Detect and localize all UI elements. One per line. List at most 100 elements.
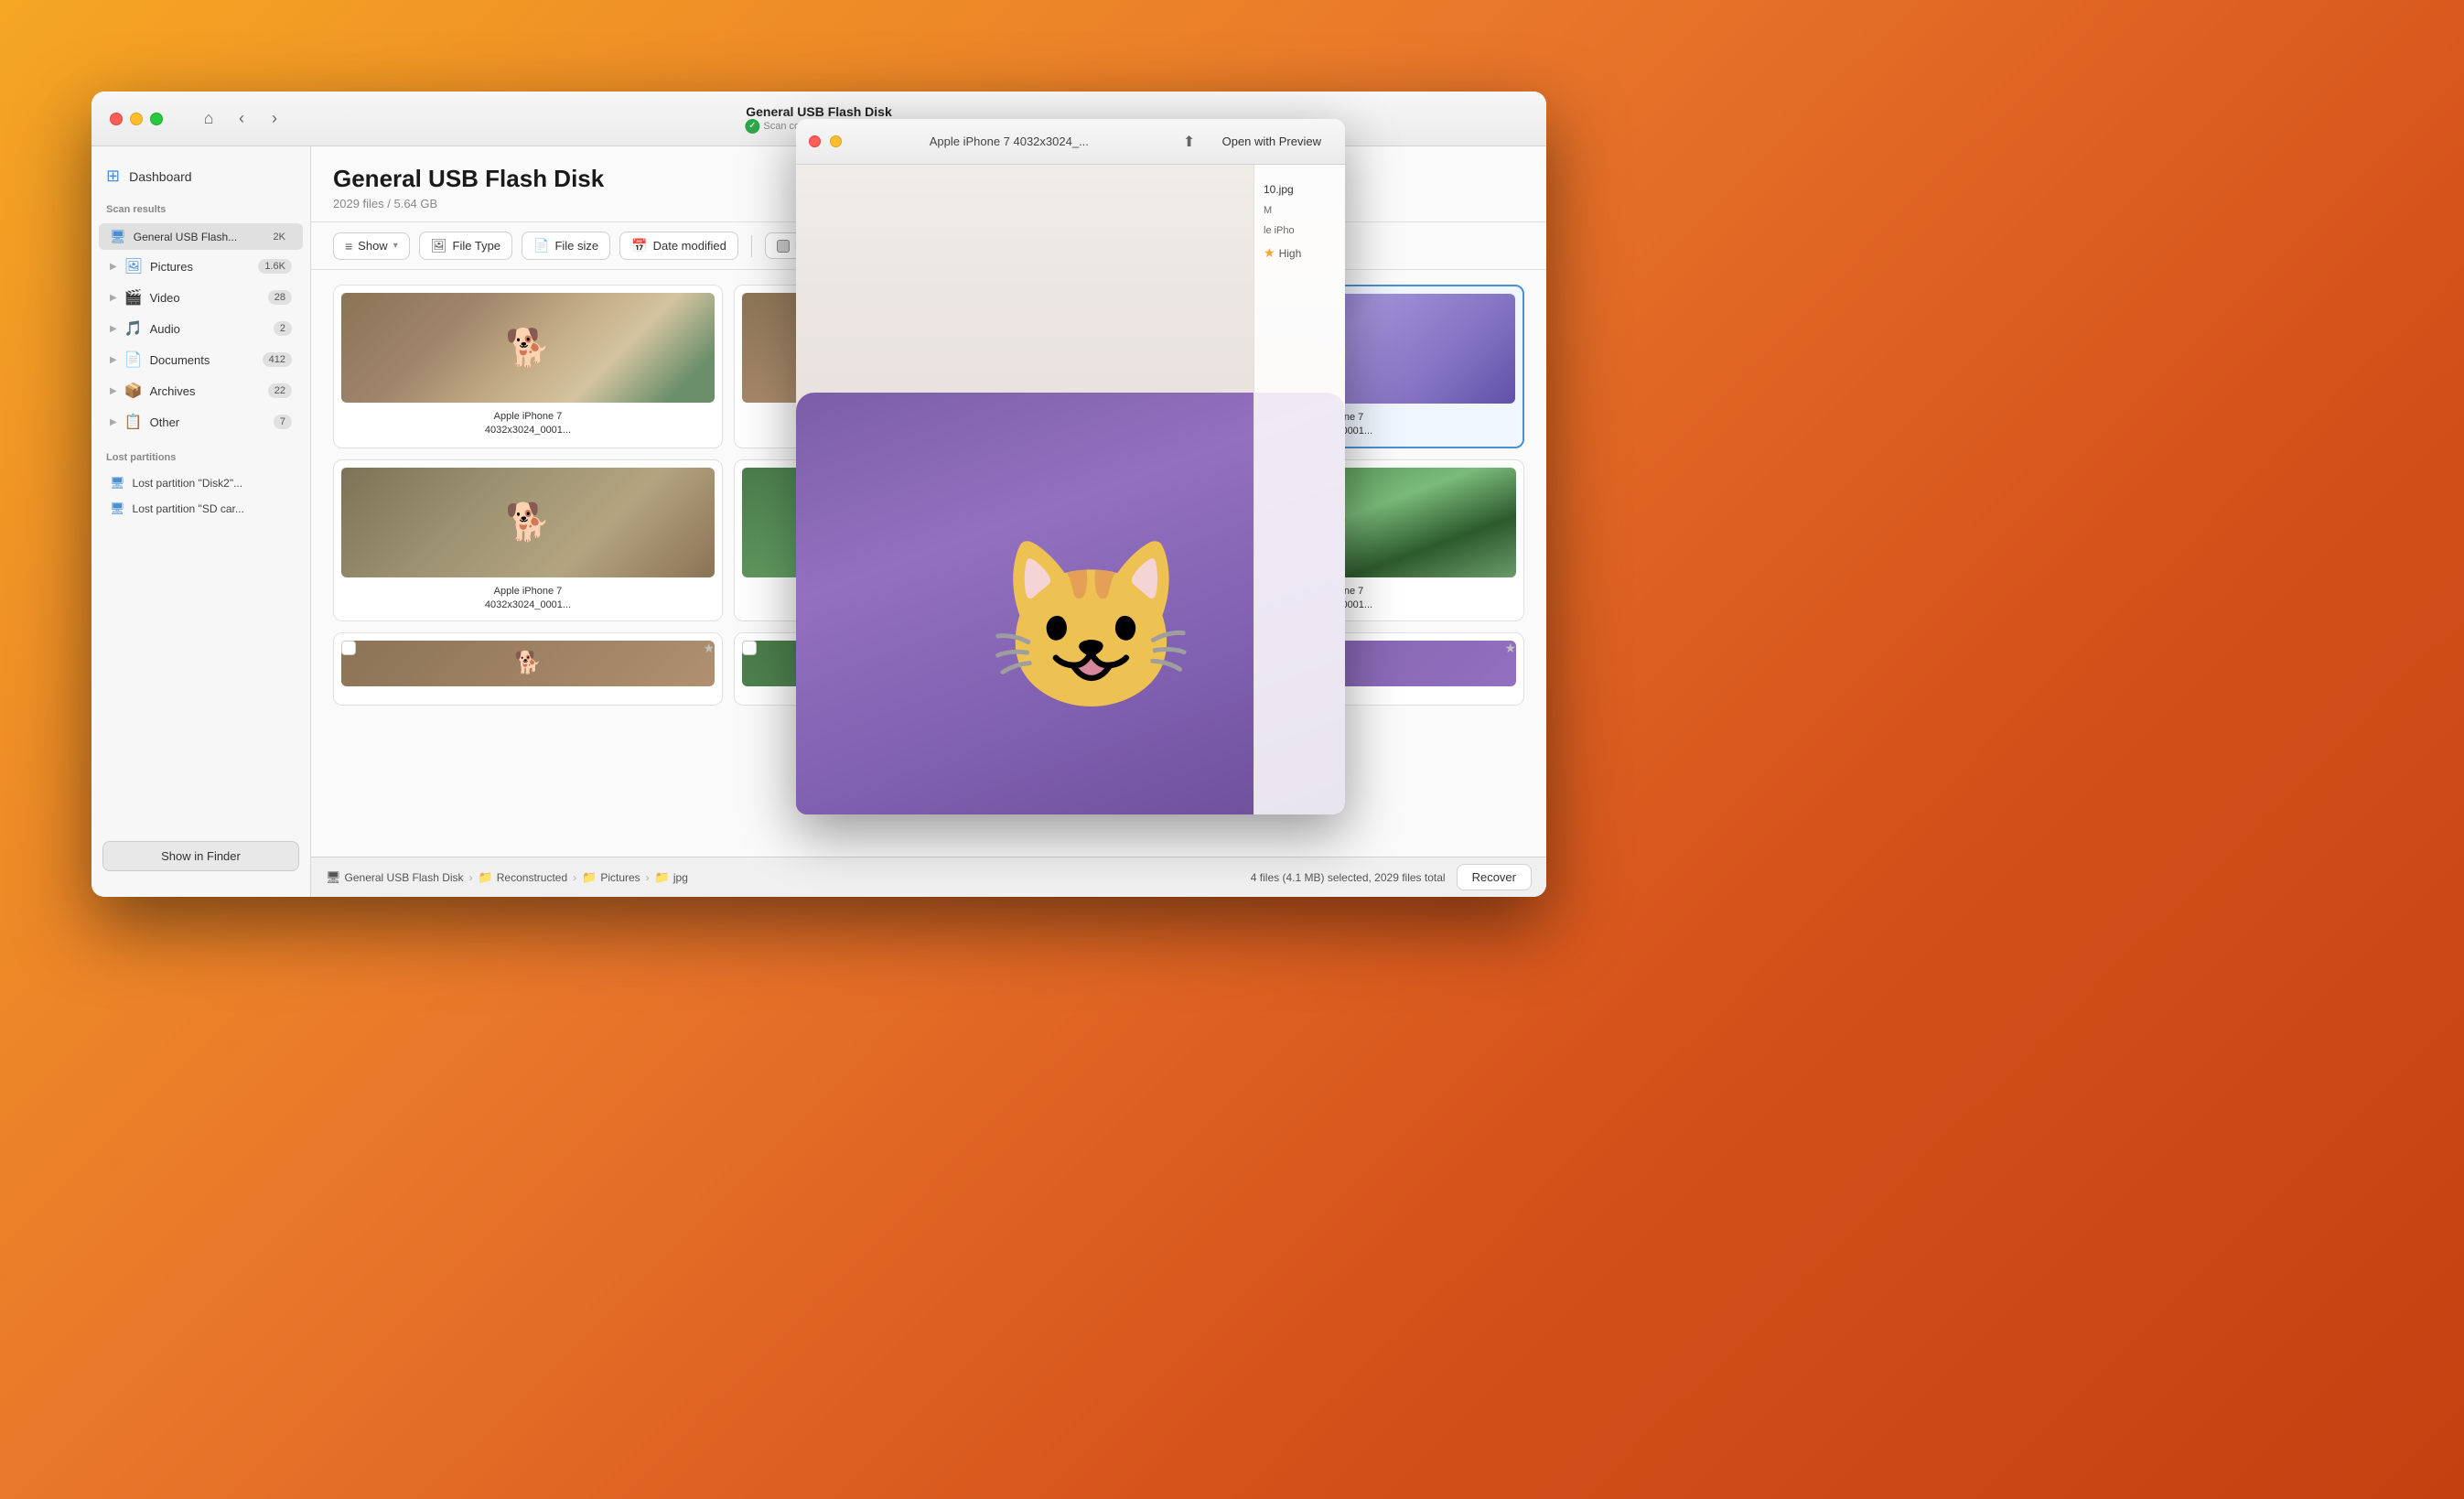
lost-disk2-icon: 🖥 bbox=[110, 476, 125, 491]
sidebar-bottom: Show in Finder bbox=[91, 830, 310, 882]
file-item-7[interactable]: ★ 🐕 bbox=[333, 632, 723, 706]
cat-figure: 😺 bbox=[988, 530, 1193, 723]
minimize-button[interactable] bbox=[130, 113, 143, 125]
open-with-preview-button[interactable]: Open with Preview bbox=[1211, 130, 1332, 153]
breadcrumb-label-2: Reconstructed bbox=[497, 871, 567, 884]
close-button[interactable] bbox=[110, 113, 123, 125]
file-star-7[interactable]: ★ bbox=[703, 641, 715, 656]
lost-disk2-label: Lost partition "Disk2"... bbox=[133, 477, 243, 490]
preview-close-button[interactable] bbox=[809, 135, 821, 147]
preview-titlebar: Apple iPhone 7 4032x3024_... ⬆ Open with… bbox=[796, 119, 1345, 165]
expand-icon-other: ▶ bbox=[110, 417, 117, 427]
audio-label: Audio bbox=[150, 322, 266, 336]
usb-badge: 2K bbox=[267, 230, 292, 244]
breadcrumb-drive-icon: 🖥 bbox=[326, 870, 341, 885]
pictures-icon: 🖼 bbox=[124, 257, 143, 275]
dashboard-label: Dashboard bbox=[129, 169, 192, 184]
sidebar-item-pictures[interactable]: ▶ 🖼 Pictures 1.6K bbox=[99, 252, 303, 281]
expand-icon-audio: ▶ bbox=[110, 324, 117, 334]
scan-results-label: Scan results bbox=[91, 204, 310, 222]
breadcrumb-label-1: General USB Flash Disk bbox=[345, 871, 464, 884]
video-label: Video bbox=[150, 291, 261, 305]
breadcrumb-sep-2: › bbox=[573, 871, 576, 884]
expand-icon-video: ▶ bbox=[110, 293, 117, 303]
archives-badge: 22 bbox=[268, 383, 292, 398]
show-button[interactable]: ≡ Show ▾ bbox=[333, 232, 410, 260]
toolbar-separator bbox=[751, 235, 752, 257]
preview-filename: 10.jpg bbox=[1264, 183, 1336, 196]
forward-button[interactable]: › bbox=[262, 106, 287, 132]
file-star-9[interactable]: ★ bbox=[1504, 641, 1516, 656]
docs-badge: 412 bbox=[263, 352, 292, 367]
dashboard-icon: ⊞ bbox=[106, 167, 120, 186]
breadcrumb-item-2: 📁 Reconstructed bbox=[479, 870, 568, 885]
file-item-4[interactable]: ★ 🐕 Apple iPhone 74032x3024_0001... bbox=[333, 459, 723, 621]
docs-icon: 📄 bbox=[124, 350, 143, 369]
drive-icon: 🖥 bbox=[110, 229, 126, 244]
file-name-4: Apple iPhone 74032x3024_0001... bbox=[485, 585, 571, 613]
other-badge: 7 bbox=[274, 415, 292, 429]
file-size-button[interactable]: 📄 File size bbox=[522, 232, 610, 260]
nav-controls: ⌂ ‹ › bbox=[196, 106, 287, 132]
preview-minimize-button[interactable] bbox=[830, 135, 842, 147]
show-in-finder-button[interactable]: Show in Finder bbox=[102, 841, 299, 871]
dashboard-item[interactable]: ⊞ Dashboard bbox=[91, 161, 310, 197]
preview-size: M bbox=[1264, 205, 1336, 216]
breadcrumb-label-3: Pictures bbox=[600, 871, 640, 884]
file-type-button[interactable]: 🖼 File Type bbox=[419, 232, 512, 260]
other-icon: 📋 bbox=[124, 413, 143, 431]
breadcrumb-folder-icon-2: 📁 bbox=[582, 870, 597, 885]
usb-label: General USB Flash... bbox=[134, 231, 260, 243]
file-thumb-4: 🐕 bbox=[341, 468, 715, 577]
home-button[interactable]: ⌂ bbox=[196, 106, 221, 132]
file-checkbox-8[interactable] bbox=[742, 641, 757, 655]
breadcrumb-folder-icon-3: 📁 bbox=[655, 870, 670, 885]
preview-side-info: 10.jpg M le iPho ★ High bbox=[1254, 165, 1345, 814]
date-modified-button[interactable]: 📅 Date modified bbox=[619, 232, 738, 260]
expand-icon-docs: ▶ bbox=[110, 355, 117, 365]
checkmark-icon: ✓ bbox=[745, 119, 759, 134]
breadcrumb-item-3: 📁 Pictures bbox=[582, 870, 640, 885]
preview-star-row: ★ High bbox=[1264, 245, 1336, 261]
lost-partition-sd[interactable]: 🖥 Lost partition "SD car... bbox=[99, 497, 303, 521]
archives-label: Archives bbox=[150, 384, 261, 398]
sidebar: ⊞ Dashboard Scan results 🖥 General USB F… bbox=[91, 146, 311, 897]
deselect-icon bbox=[777, 240, 790, 253]
pictures-badge: 1.6K bbox=[258, 259, 292, 274]
lost-sd-icon: 🖥 bbox=[110, 501, 125, 516]
audio-badge: 2 bbox=[274, 321, 292, 336]
breadcrumb: 🖥 General USB Flash Disk › 📁 Reconstruct… bbox=[326, 870, 1240, 885]
sidebar-item-usb[interactable]: 🖥 General USB Flash... 2K bbox=[99, 223, 303, 250]
status-bar: 🖥 General USB Flash Disk › 📁 Reconstruct… bbox=[311, 857, 1546, 897]
maximize-button[interactable] bbox=[150, 113, 163, 125]
lost-partition-disk2[interactable]: 🖥 Lost partition "Disk2"... bbox=[99, 471, 303, 495]
pictures-label: Pictures bbox=[150, 260, 251, 274]
sidebar-item-audio[interactable]: ▶ 🎵 Audio 2 bbox=[99, 314, 303, 343]
archives-icon: 📦 bbox=[124, 382, 143, 400]
breadcrumb-item-4: 📁 jpg bbox=[655, 870, 688, 885]
sidebar-item-video[interactable]: ▶ 🎬 Video 28 bbox=[99, 283, 303, 312]
status-info: 4 files (4.1 MB) selected, 2029 files to… bbox=[1251, 871, 1446, 884]
traffic-lights bbox=[110, 113, 163, 125]
expand-icon-archives: ▶ bbox=[110, 386, 117, 396]
back-button[interactable]: ‹ bbox=[229, 106, 254, 132]
star-icon: ★ bbox=[1264, 245, 1275, 261]
sidebar-item-other[interactable]: ▶ 📋 Other 7 bbox=[99, 407, 303, 437]
preview-window: Apple iPhone 7 4032x3024_... ⬆ Open with… bbox=[796, 119, 1345, 814]
sidebar-item-documents[interactable]: ▶ 📄 Documents 412 bbox=[99, 345, 303, 374]
file-type-icon: 🖼 bbox=[431, 238, 447, 253]
file-checkbox-7[interactable] bbox=[341, 641, 356, 655]
star-label: High bbox=[1279, 247, 1302, 260]
share-button[interactable]: ⬆ bbox=[1177, 129, 1202, 155]
file-item-1[interactable]: ★ Apple iPhone 74032x3024_0001... bbox=[333, 285, 723, 448]
recover-button[interactable]: Recover bbox=[1457, 864, 1532, 890]
video-badge: 28 bbox=[268, 290, 292, 305]
preview-device: le iPho bbox=[1264, 225, 1336, 236]
preview-title: Apple iPhone 7 4032x3024_... bbox=[851, 135, 1167, 148]
dog-thumb-1 bbox=[341, 293, 715, 403]
breadcrumb-folder-icon-1: 📁 bbox=[479, 870, 493, 885]
audio-icon: 🎵 bbox=[124, 319, 143, 338]
sidebar-item-archives[interactable]: ▶ 📦 Archives 22 bbox=[99, 376, 303, 405]
file-thumb-1 bbox=[341, 293, 715, 403]
other-label: Other bbox=[150, 415, 266, 429]
